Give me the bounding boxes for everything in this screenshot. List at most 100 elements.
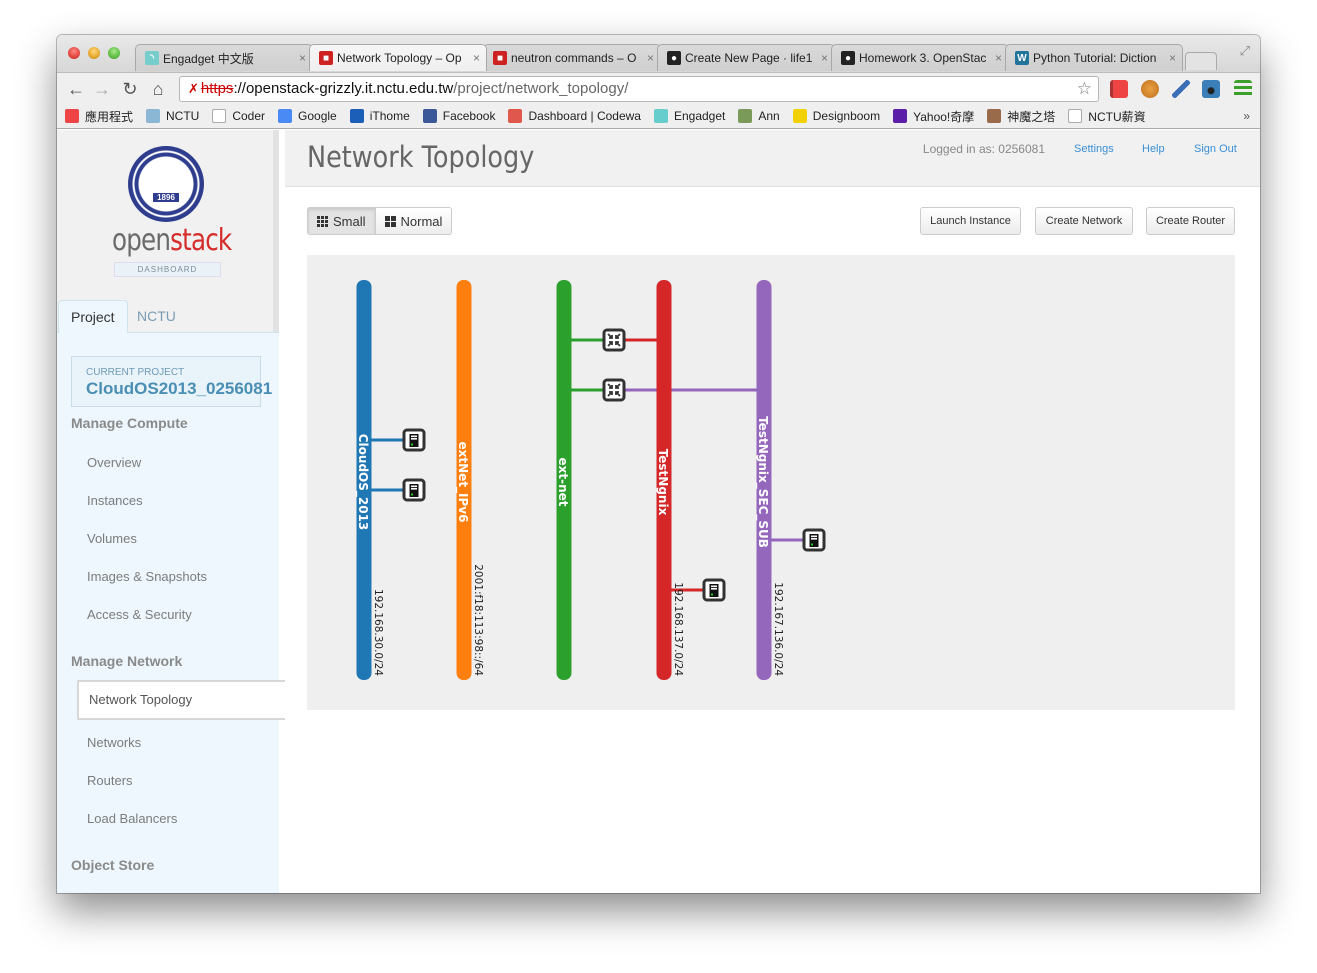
heading-manage-network[interactable]: Manage Network [71, 653, 182, 669]
sidebar-item-load-balancers[interactable]: Load Balancers [87, 811, 177, 826]
bookmark-item[interactable]: NCTU薪資 [1068, 108, 1146, 125]
broken-lock-icon: ✗ [188, 81, 199, 96]
page-icon [1068, 109, 1083, 123]
network-ext-net[interactable]: ext-net [556, 280, 572, 680]
main-content: Network Topology Logged in as: 0256081 S… [285, 130, 1260, 893]
server-slot [811, 535, 817, 538]
bookmark-label: Designboom [812, 109, 881, 123]
reload-button[interactable]: ↻ [119, 78, 141, 100]
sidebar-item-routers[interactable]: Routers [87, 773, 133, 788]
bookmark-item[interactable]: Yahoo!奇摩 [893, 108, 974, 125]
cookie-extension-icon[interactable] [1141, 80, 1159, 98]
tab-strip: ◝ Engadget 中文版 × ■ Network Topology – Op × ■ ne… [135, 44, 1217, 72]
network-name-label: TestNgnix_SEC_SUB [755, 416, 770, 548]
browser-tab[interactable]: ● Homework 3. OpenStac × [831, 44, 1009, 71]
bookmark-label: Engadget [673, 109, 726, 123]
instance-icon[interactable] [402, 428, 426, 452]
help-link[interactable]: Help [1142, 143, 1165, 155]
home-button[interactable]: ⌂ [147, 78, 169, 100]
zoom-window-button[interactable] [108, 47, 120, 59]
browser-window: ◝ Engadget 中文版 × ■ Network Topology – Op × ■ ne… [57, 35, 1260, 893]
minimize-window-button[interactable] [88, 47, 100, 59]
bookmark-label: Ann [758, 109, 780, 123]
server-slot [811, 538, 817, 540]
sign-out-link[interactable]: Sign Out [1194, 143, 1237, 155]
create-network-button[interactable]: Create Network [1035, 207, 1133, 235]
more-bookmarks-button[interactable]: » [1243, 109, 1250, 123]
browser-tab[interactable]: ■ Network Topology – Op × [309, 44, 487, 71]
network-cidr-label: 192.168.137.0/24 [672, 582, 684, 676]
heading-manage-compute[interactable]: Manage Compute [71, 415, 188, 431]
project-switcher[interactable]: CURRENT PROJECT CloudOS2013_0256081 [71, 356, 272, 407]
bookmarks-bar: 應用程式 NCTU Coder Google iThome Facebook Dashboa… [57, 104, 1260, 129]
forward-button[interactable]: → [91, 78, 113, 100]
sidebar-item-volumes[interactable]: Volumes [87, 531, 137, 546]
close-tab-icon[interactable]: × [473, 51, 480, 65]
eyedropper-extension-icon[interactable] [1172, 80, 1190, 98]
bookmark-item[interactable]: Coder [212, 109, 265, 123]
bookmark-item[interactable]: 應用程式 [65, 108, 133, 125]
sidebar-item-instances[interactable]: Instances [87, 493, 143, 508]
close-tab-icon[interactable]: × [299, 51, 306, 65]
menu-icon[interactable] [1234, 80, 1252, 98]
normal-view-button[interactable]: Normal [375, 207, 453, 235]
back-button[interactable]: ← [65, 78, 87, 100]
acrobat-extension-icon[interactable] [1110, 80, 1128, 98]
camera-extension-icon[interactable] [1202, 80, 1220, 98]
server-slot [711, 585, 717, 588]
launch-instance-button[interactable]: Launch Instance [920, 207, 1021, 235]
network-CloudOS_2013[interactable]: CloudOS_2013 192.168.30.0/24 [355, 280, 384, 680]
instance-icon[interactable] [802, 528, 826, 552]
network-TestNgnix[interactable]: TestNgnix 192.168.137.0/24 [656, 280, 684, 680]
network-extNet_IPv6[interactable]: extNet_IPv62001:f18:113:98::/64 [455, 280, 484, 680]
new-tab-button[interactable] [1185, 52, 1217, 70]
close-tab-icon[interactable]: × [821, 51, 828, 65]
browser-tab[interactable]: ◝ Engadget 中文版 × [135, 44, 313, 71]
close-tab-icon[interactable]: × [647, 51, 654, 65]
small-view-button[interactable]: Small [307, 207, 376, 235]
bookmark-item[interactable]: NCTU [146, 109, 199, 123]
bookmark-item[interactable]: 神魔之塔 [987, 108, 1055, 125]
bookmark-star-icon[interactable]: ☆ [1077, 77, 1092, 101]
instance-icon[interactable] [702, 578, 726, 602]
network-TestNgnix_SEC_SUB[interactable]: TestNgnix_SEC_SUB 192.167.136.0/24 [755, 280, 784, 680]
tab-project[interactable]: Project [58, 300, 128, 334]
bookmark-item[interactable]: Ann [738, 109, 780, 123]
fullscreen-icon[interactable]: ⤢ [1240, 43, 1250, 59]
address-bar[interactable]: ✗ https://openstack-grizzly.it.nctu.edu.t… [179, 76, 1099, 102]
create-router-button[interactable]: Create Router [1146, 207, 1235, 235]
bookmark-label: Coder [232, 109, 266, 123]
bookmark-label: Facebook [442, 109, 496, 123]
router-icon[interactable] [602, 378, 626, 402]
sidebar-item-networks[interactable]: Networks [87, 735, 141, 750]
bookmark-item[interactable]: Dashboard | Codewa [508, 109, 641, 123]
browser-tab[interactable]: W Python Tutorial: Diction × [1005, 44, 1183, 71]
bookmark-item[interactable]: Google [278, 109, 337, 123]
settings-link[interactable]: Settings [1074, 143, 1114, 155]
close-window-button[interactable] [68, 47, 80, 59]
apps-icon [65, 109, 79, 123]
router-icon[interactable] [602, 328, 626, 352]
browser-tab[interactable]: ■ neutron commands – O × [483, 44, 661, 71]
close-tab-icon[interactable]: × [1169, 51, 1176, 65]
heading-object-store[interactable]: Object Store [71, 857, 154, 873]
tab-nctu[interactable]: NCTU [125, 300, 188, 334]
sidebar-panel: CURRENT PROJECT CloudOS2013_0256081 Mana… [57, 333, 287, 893]
sidebar-item-images-snapshots[interactable]: Images & Snapshots [87, 569, 207, 584]
bookmark-item[interactable]: Designboom [792, 109, 881, 123]
tab-title: Homework 3. OpenStac [859, 51, 987, 65]
title-bar: ◝ Engadget 中文版 × ■ Network Topology – Op × ■ ne… [57, 35, 1260, 72]
sidebar-item-access-security[interactable]: Access & Security [87, 607, 192, 622]
sidebar-item-overview[interactable]: Overview [87, 455, 141, 470]
close-tab-icon[interactable]: × [995, 51, 1002, 65]
bookmark-label: Dashboard | Codewa [528, 109, 641, 123]
instance-icon[interactable] [402, 478, 426, 502]
sidebar-item-network-topology[interactable]: Network Topology [77, 680, 287, 720]
nctu-seal-icon: 1896 [128, 146, 204, 222]
bookmark-item[interactable]: iThome [349, 109, 410, 123]
browser-tab[interactable]: ● Create New Page · life1 × [657, 44, 835, 71]
server-slot [711, 588, 717, 590]
network-name-label: extNet_IPv6 [455, 442, 470, 523]
bookmark-item[interactable]: Facebook [422, 109, 496, 123]
bookmark-item[interactable]: Engadget [653, 109, 726, 123]
